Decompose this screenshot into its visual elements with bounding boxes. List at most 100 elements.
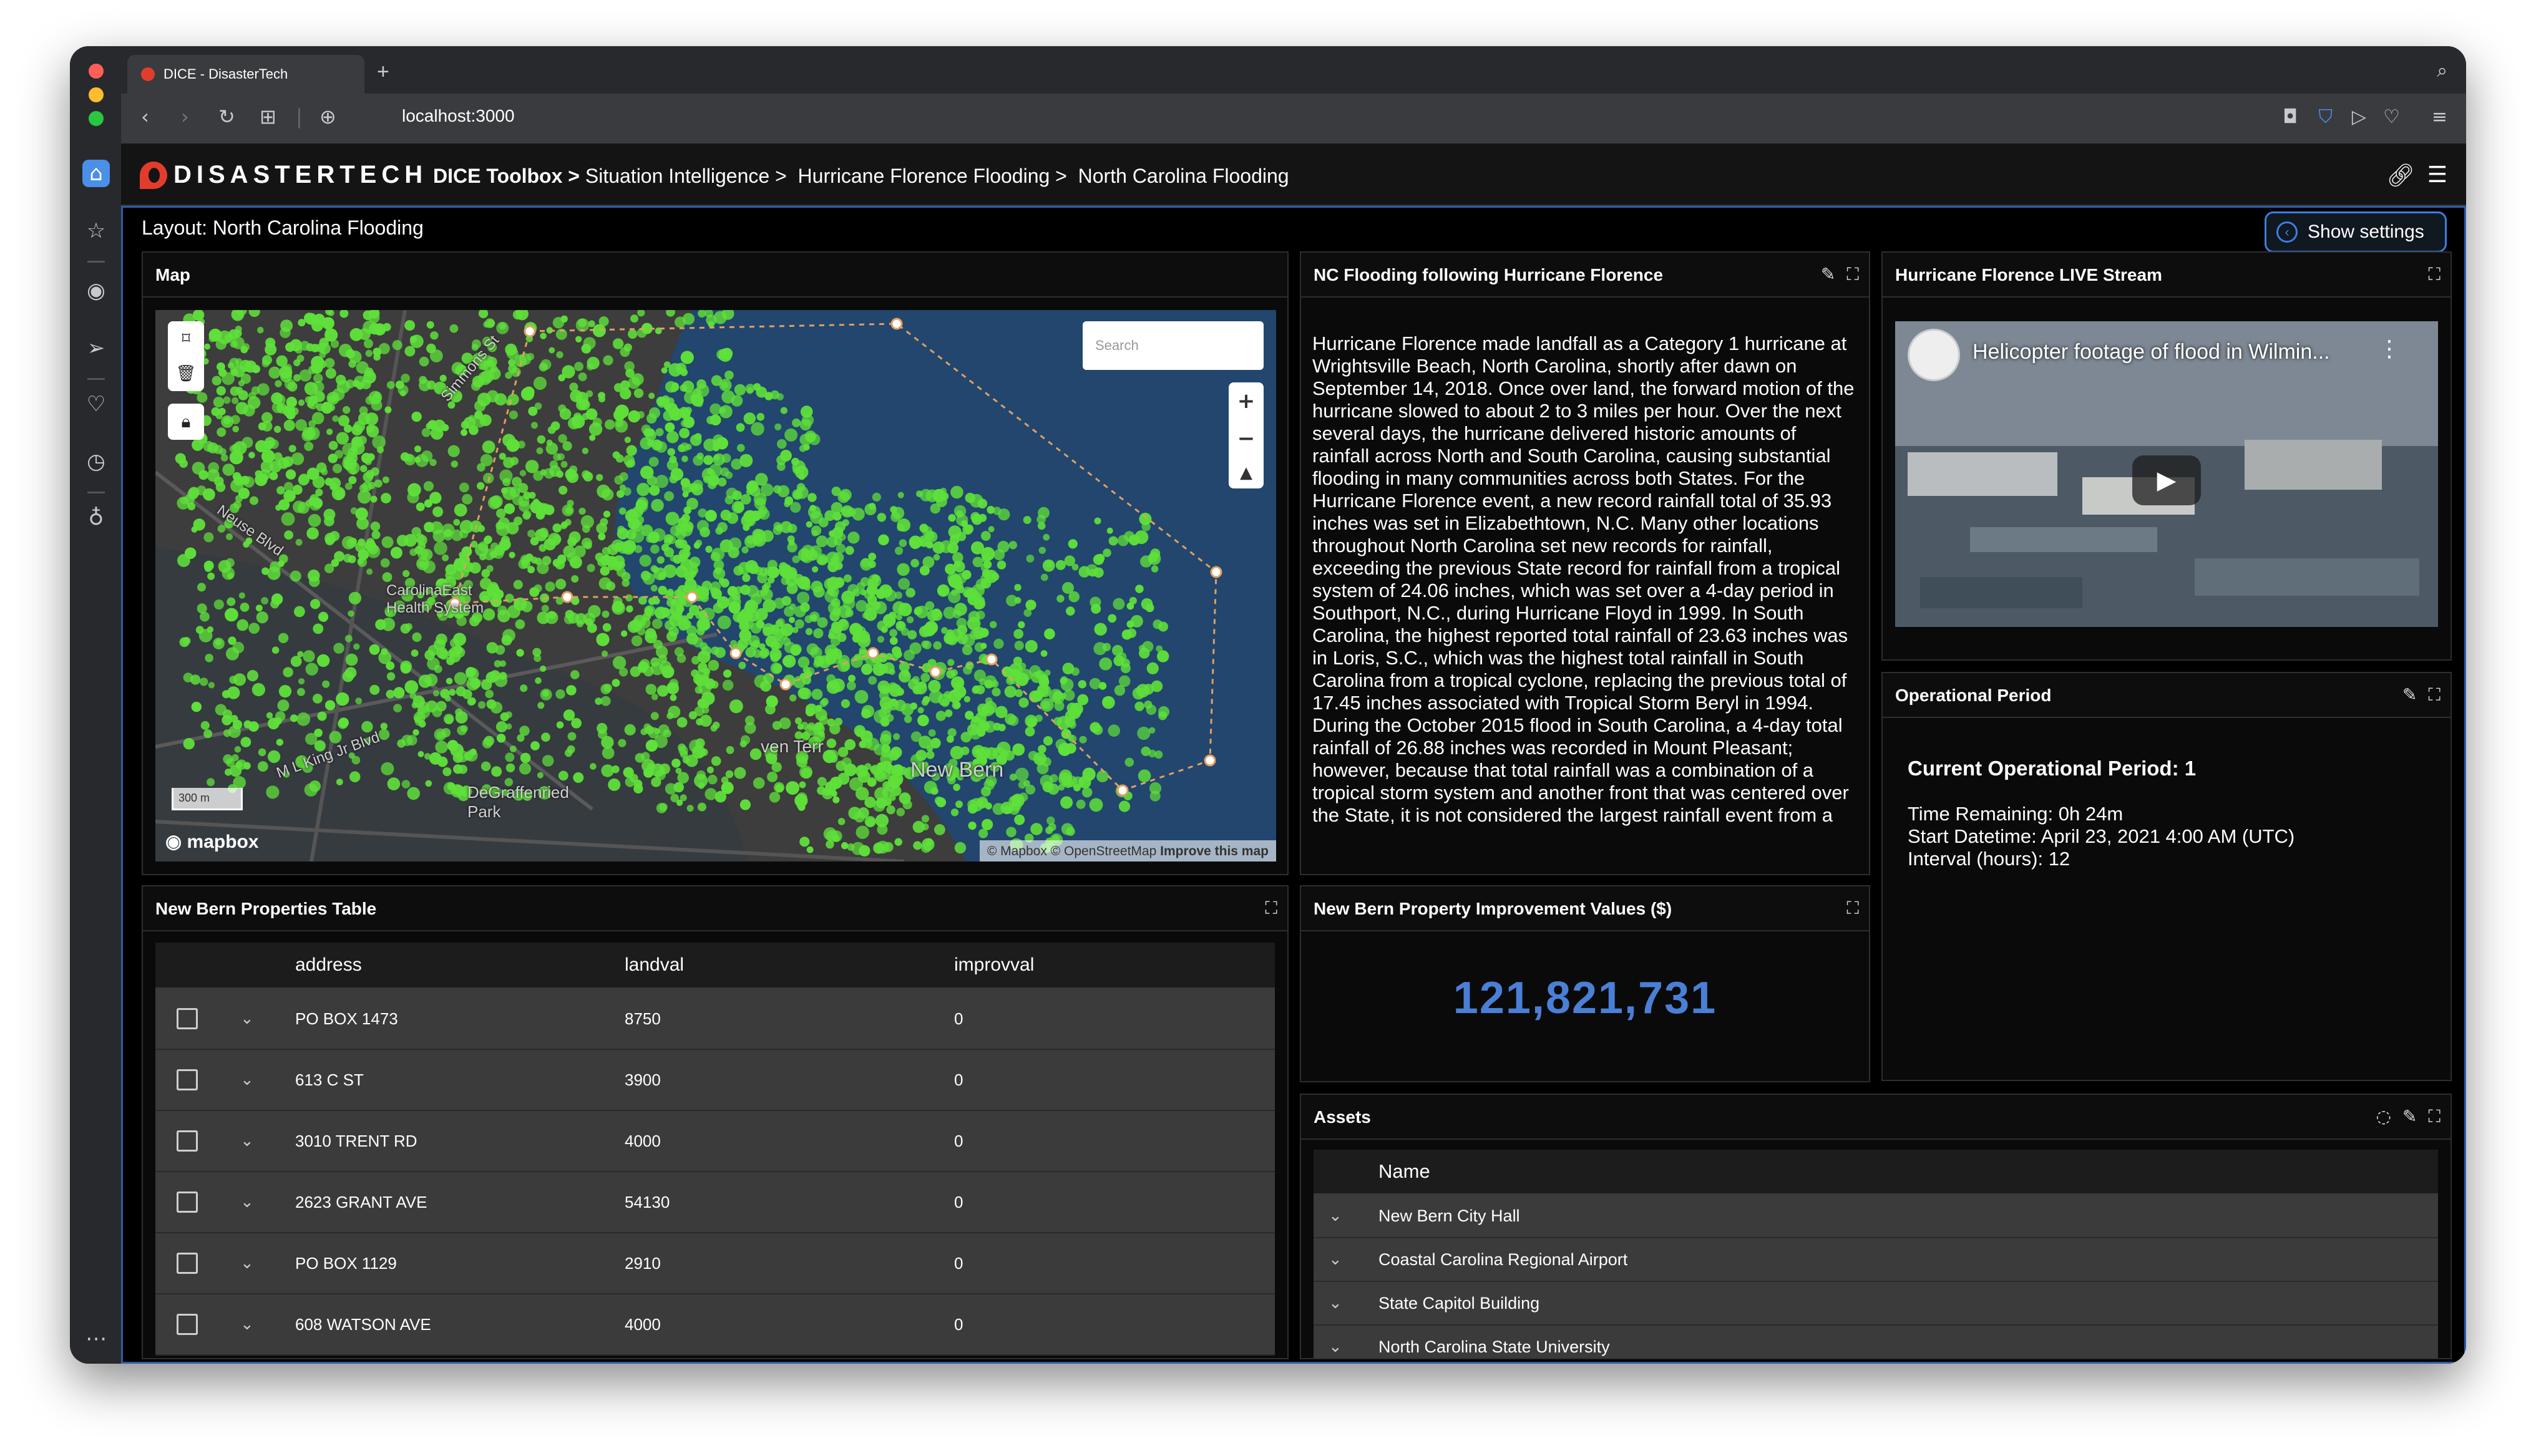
- link-icon[interactable]: 🔗︎: [2386, 162, 2415, 188]
- breadcrumb-path[interactable]: Situation Intelligence > Hurricane Flore…: [585, 165, 1289, 187]
- channel-avatar[interactable]: [1908, 329, 1960, 381]
- row-checkbox[interactable]: [177, 1314, 198, 1335]
- mapbox-logo[interactable]: ◉ mapbox: [165, 831, 259, 853]
- chevron-down-icon[interactable]: ⌄: [240, 1050, 254, 1110]
- close-window-button[interactable]: [89, 64, 104, 79]
- tabs-grid-icon[interactable]: ⊞: [260, 105, 276, 129]
- fullscreen-icon[interactable]: ⛶: [2428, 1106, 2441, 1127]
- row-checkbox[interactable]: [177, 1253, 198, 1274]
- asset-name: North Carolina State University: [1378, 1337, 1610, 1356]
- column-header-address[interactable]: address: [295, 943, 362, 988]
- breadcrumb-root[interactable]: DICE Toolbox >: [433, 165, 580, 187]
- shield-icon[interactable]: ⛉: [2319, 106, 2333, 128]
- improvement-value: 121,821,731: [1453, 973, 1717, 1023]
- list-item[interactable]: ⌄ North Carolina State University: [1314, 1326, 2438, 1358]
- zoom-in-icon[interactable]: +: [1237, 389, 1256, 414]
- table-row[interactable]: ⌄ PO BOX 1473 8750 0: [155, 989, 1275, 1050]
- home-icon[interactable]: ⌂: [82, 160, 110, 187]
- minimize-window-button[interactable]: [89, 87, 104, 102]
- table-row[interactable]: ⌄ 613 C ST 3900 0: [155, 1050, 1275, 1111]
- panel-actions: ✎ ⛶: [2402, 684, 2441, 706]
- chevron-down-icon[interactable]: ⌄: [240, 1233, 254, 1293]
- hamburger-icon[interactable]: ☰: [2427, 162, 2447, 188]
- history-icon[interactable]: ◷: [82, 448, 110, 475]
- edit-icon[interactable]: ✎: [1821, 264, 1835, 285]
- table-row[interactable]: ⌄ PO BOX 1129 2910 0: [155, 1233, 1275, 1294]
- zoom-window-button[interactable]: [89, 111, 104, 126]
- trash-icon[interactable]: 🗑︎: [175, 364, 196, 383]
- chevron-down-icon[interactable]: ⌄: [1329, 1195, 1342, 1237]
- sidebar-divider: [87, 378, 105, 380]
- bookmark-icon[interactable]: ☆: [82, 217, 110, 245]
- list-item[interactable]: ⌄ New Bern City Hall: [1314, 1195, 2438, 1238]
- column-header-name[interactable]: Name: [1378, 1150, 1430, 1193]
- browser-window: ⌂ ☆ ◉ ➢ ♡ ◷ ♁ ⋯ DICE - DisasterTech + ⌕ …: [70, 46, 2466, 1364]
- play-icon[interactable]: ▶: [2132, 455, 2201, 505]
- chevron-down-icon[interactable]: ⌄: [240, 1111, 254, 1171]
- idea-icon[interactable]: ♁: [82, 504, 110, 531]
- row-checkbox[interactable]: [177, 1008, 198, 1029]
- fullscreen-icon[interactable]: ⛶: [2428, 684, 2441, 706]
- improve-map-link[interactable]: Improve this map: [1160, 844, 1269, 858]
- back-icon[interactable]: ‹: [141, 105, 149, 129]
- url-field[interactable]: localhost:3000: [402, 106, 515, 126]
- column-header-landval[interactable]: landval: [625, 943, 684, 988]
- chevron-down-icon[interactable]: ⌄: [240, 989, 254, 1049]
- video-title[interactable]: Helicopter footage of flood in Wilmin...: [1973, 340, 2330, 364]
- camera-icon[interactable]: ◘: [2283, 106, 2298, 128]
- polygon-vertex: [985, 653, 998, 666]
- polygon-draw-icon[interactable]: ⌑: [182, 329, 190, 348]
- heart-icon[interactable]: ♡: [82, 391, 110, 418]
- hide-icon[interactable]: ◌: [2376, 1106, 2391, 1127]
- fullscreen-icon[interactable]: ⛶: [1265, 898, 1277, 919]
- panel-header: New Bern Property Improvement Values ($)…: [1301, 886, 1869, 931]
- chevron-down-icon[interactable]: ⌄: [240, 1172, 254, 1232]
- forward-icon[interactable]: ›: [181, 105, 189, 129]
- attribution-text[interactable]: © Mapbox © OpenStreetMap: [987, 844, 1156, 858]
- polygon-vertex: [890, 318, 903, 330]
- edit-icon[interactable]: ✎: [2402, 684, 2417, 706]
- panel-title: New Bern Property Improvement Values ($): [1314, 899, 1672, 918]
- send-icon[interactable]: ▷: [2352, 106, 2366, 128]
- reload-icon[interactable]: ↻: [218, 105, 235, 129]
- table-row[interactable]: ⌄ 3010 TRENT RD 4000 0: [155, 1111, 1275, 1172]
- heart-icon[interactable]: ♡: [2383, 106, 2400, 128]
- video-player[interactable]: Helicopter footage of flood in Wilmin...…: [1895, 321, 2438, 627]
- chevron-down-icon[interactable]: ⌄: [1329, 1238, 1342, 1281]
- more-vertical-icon[interactable]: ⋮: [2378, 336, 2401, 362]
- layout-label: Layout: North Carolina Flooding: [142, 216, 424, 239]
- edit-icon[interactable]: ✎: [2402, 1106, 2417, 1127]
- lock-icon[interactable]: 🔒︎: [168, 404, 204, 440]
- table-row[interactable]: ⌄ 2623 GRANT AVE 54130 0: [155, 1172, 1275, 1233]
- row-checkbox[interactable]: [177, 1069, 198, 1090]
- zoom-out-icon[interactable]: −: [1237, 426, 1256, 451]
- more-icon[interactable]: ⋯: [82, 1325, 110, 1352]
- list-item[interactable]: ⌄ State Capitol Building: [1314, 1282, 2438, 1326]
- send-icon[interactable]: ➢: [82, 334, 110, 362]
- table-row[interactable]: ⌄ 608 WATSON AVE 4000 0: [155, 1294, 1275, 1356]
- fullscreen-icon[interactable]: ⛶: [1846, 898, 1859, 919]
- panel-header: NC Flooding following Hurricane Florence…: [1301, 253, 1869, 298]
- player-icon[interactable]: ◉: [82, 277, 110, 304]
- list-item[interactable]: ⌄ Coastal Carolina Regional Airport: [1314, 1238, 2438, 1282]
- browser-tab[interactable]: DICE - DisasterTech: [127, 55, 364, 94]
- fullscreen-icon[interactable]: ⛶: [2428, 264, 2441, 285]
- chevron-down-icon[interactable]: ⌄: [1329, 1282, 1342, 1324]
- map-canvas[interactable]: CarolinaEast Health System New Bern ven …: [155, 310, 1276, 861]
- dashboard-content: Layout: North Carolina Flooding ‹ Show s…: [121, 206, 2466, 1364]
- site-info-icon[interactable]: ⊕: [319, 105, 336, 129]
- row-checkbox[interactable]: [177, 1191, 198, 1213]
- search-icon[interactable]: ⌕: [2437, 60, 2447, 82]
- logo[interactable]: DISASTERTECH: [140, 161, 427, 189]
- map-search-input[interactable]: Search: [1083, 321, 1264, 370]
- compass-icon[interactable]: ▲: [1240, 463, 1252, 482]
- chevron-down-icon[interactable]: ⌄: [1329, 1326, 1342, 1358]
- row-checkbox[interactable]: [177, 1130, 198, 1152]
- fullscreen-icon[interactable]: ⛶: [1846, 264, 1859, 285]
- show-settings-button[interactable]: ‹ Show settings: [2265, 211, 2447, 253]
- column-header-improvval[interactable]: improvval: [954, 943, 1034, 988]
- chevron-down-icon[interactable]: ⌄: [240, 1294, 254, 1354]
- menu-icon[interactable]: ≡: [2432, 106, 2447, 128]
- new-tab-button[interactable]: +: [377, 60, 389, 84]
- polygon-vertex: [867, 647, 879, 659]
